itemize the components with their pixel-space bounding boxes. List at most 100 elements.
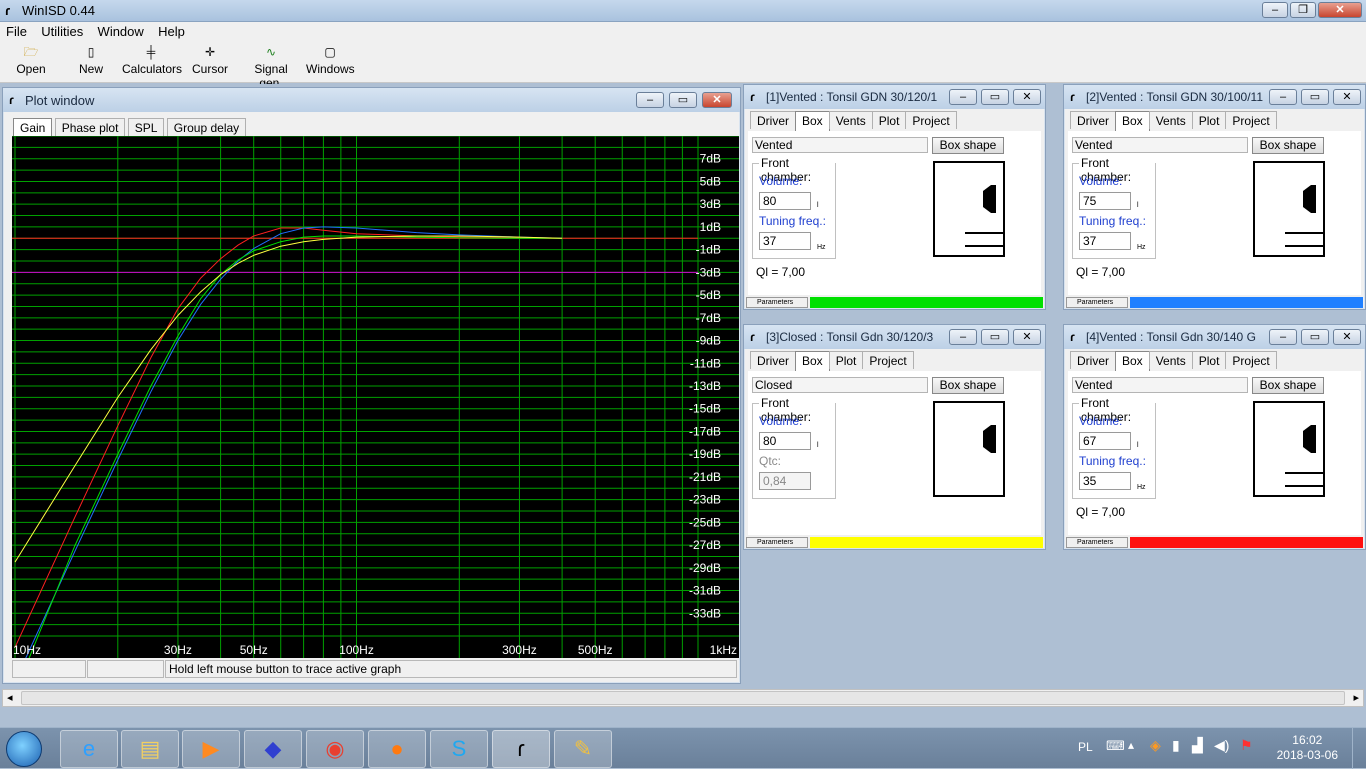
- project-minimize-button[interactable]: –: [1269, 329, 1297, 345]
- skype-icon[interactable]: S: [430, 730, 488, 768]
- chrome-icon[interactable]: ◉: [306, 730, 364, 768]
- project-title-bar[interactable]: ɾ [1]Vented : Tonsil GDN 30/120/1 – ▭ ✕: [744, 85, 1045, 109]
- start-orb-icon[interactable]: [6, 731, 42, 767]
- tab-driver[interactable]: Driver: [1070, 351, 1116, 369]
- parameters-button[interactable]: Parameters: [1066, 537, 1128, 548]
- menu-help[interactable]: Help: [152, 22, 190, 39]
- paint-icon[interactable]: ✎: [554, 730, 612, 768]
- scrollbar-thumb[interactable]: [21, 691, 1345, 705]
- tab-vents[interactable]: Vents: [828, 111, 873, 129]
- plot-minimize-button[interactable]: –: [636, 92, 664, 108]
- tab-plot[interactable]: Plot: [1191, 351, 1227, 369]
- box-shape-button[interactable]: Box shape: [1252, 137, 1324, 154]
- tab-box[interactable]: Box: [1115, 351, 1150, 371]
- tab-plot[interactable]: Plot: [828, 351, 864, 369]
- menu-file[interactable]: File: [0, 22, 32, 39]
- tab-plot[interactable]: Plot: [871, 111, 907, 129]
- project-maximize-button[interactable]: ▭: [981, 89, 1009, 105]
- horizontal-scrollbar[interactable]: ◂ ▸: [2, 689, 1364, 707]
- project-minimize-button[interactable]: –: [1269, 89, 1297, 105]
- second-param-field[interactable]: 35: [1079, 472, 1131, 490]
- box-type-select[interactable]: Vented: [1072, 377, 1248, 393]
- project-color-swatch[interactable]: [1130, 297, 1363, 308]
- tab-box[interactable]: Box: [795, 111, 830, 131]
- file-explorer-icon[interactable]: ▤: [121, 730, 179, 768]
- volume-icon[interactable]: ◀): [1214, 737, 1229, 754]
- project-title-bar[interactable]: ɾ [2]Vented : Tonsil GDN 30/100/11 – ▭ ✕: [1064, 85, 1365, 109]
- new-button[interactable]: ▯ New: [74, 45, 108, 76]
- tab-driver[interactable]: Driver: [1070, 111, 1116, 129]
- project-maximize-button[interactable]: ▭: [981, 329, 1009, 345]
- gain-chart[interactable]: 7dB 5dB 3dB 1dB -1dB -3dB -5dB -7dB -9dB -11dB -13…: [12, 136, 739, 658]
- plot-window-title-bar[interactable]: ɾ Plot window – ▭ ✕: [3, 88, 740, 112]
- tab-vents[interactable]: Vents: [1148, 111, 1193, 129]
- parameters-button[interactable]: Parameters: [1066, 297, 1128, 308]
- calculators-button[interactable]: ╪ Calculators: [122, 45, 182, 76]
- tab-box[interactable]: Box: [1115, 111, 1150, 131]
- project-close-button[interactable]: ✕: [1013, 329, 1041, 345]
- tab-project[interactable]: Project: [905, 111, 957, 129]
- project-close-button[interactable]: ✕: [1333, 329, 1361, 345]
- box-shape-button[interactable]: Box shape: [1252, 377, 1324, 394]
- volume-field[interactable]: 67: [1079, 432, 1131, 450]
- tab-plot[interactable]: Plot: [1191, 111, 1227, 129]
- box-shape-button[interactable]: Box shape: [932, 377, 1004, 394]
- project-title-bar[interactable]: ɾ [3]Closed : Tonsil Gdn 30/120/3 – ▭ ✕: [744, 325, 1045, 349]
- language-indicator[interactable]: PL: [1078, 740, 1093, 754]
- project-color-swatch[interactable]: [810, 297, 1043, 308]
- plot-close-button[interactable]: ✕: [702, 92, 732, 108]
- project-maximize-button[interactable]: ▭: [1301, 89, 1329, 105]
- windows-button[interactable]: ▢ Windows: [306, 45, 355, 76]
- project-minimize-button[interactable]: –: [949, 329, 977, 345]
- firefox-icon[interactable]: ●: [368, 730, 426, 768]
- second-param-field[interactable]: 37: [1079, 232, 1131, 250]
- tab-project[interactable]: Project: [1225, 111, 1277, 129]
- scroll-left-icon[interactable]: ◂: [7, 691, 13, 704]
- tab-spl[interactable]: SPL: [127, 118, 165, 136]
- cursor-button[interactable]: ✛ Cursor: [192, 45, 228, 76]
- tab-project[interactable]: Project: [1225, 351, 1277, 369]
- internet-explorer-icon[interactable]: e: [60, 730, 118, 768]
- action-center-icon[interactable]: ⚑: [1240, 737, 1253, 754]
- battery-icon[interactable]: ▮: [1172, 737, 1180, 754]
- tab-gain[interactable]: Gain: [13, 118, 53, 138]
- close-button[interactable]: ✕: [1318, 2, 1362, 18]
- minimize-button[interactable]: –: [1262, 2, 1288, 18]
- second-param-field[interactable]: 37: [759, 232, 811, 250]
- show-desktop-button[interactable]: [1352, 728, 1366, 769]
- project-color-swatch[interactable]: [810, 537, 1043, 548]
- clock[interactable]: 16:02 2018-03-06: [1277, 733, 1338, 763]
- app-icon[interactable]: ◆: [244, 730, 302, 768]
- tab-vents[interactable]: Vents: [1148, 351, 1193, 369]
- parameters-button[interactable]: Parameters: [746, 297, 808, 308]
- show-hidden-icons-icon[interactable]: ▴: [1128, 738, 1134, 752]
- volume-field[interactable]: 80: [759, 192, 811, 210]
- second-param-field[interactable]: 0,84: [759, 472, 811, 490]
- project-minimize-button[interactable]: –: [949, 89, 977, 105]
- network-icon[interactable]: ▟: [1192, 737, 1203, 754]
- maximize-button[interactable]: ❐: [1290, 2, 1316, 18]
- menu-utilities[interactable]: Utilities: [35, 22, 88, 39]
- keyboard-icon[interactable]: ⌨: [1106, 738, 1125, 754]
- open-button[interactable]: 🗁 Open: [14, 45, 48, 76]
- plot-maximize-button[interactable]: ▭: [669, 92, 697, 108]
- tab-driver[interactable]: Driver: [750, 111, 796, 129]
- menu-window[interactable]: Window: [92, 22, 149, 39]
- box-type-select[interactable]: Closed: [752, 377, 928, 393]
- winisd-icon[interactable]: ɾ: [492, 730, 550, 768]
- box-type-select[interactable]: Vented: [752, 137, 928, 153]
- box-shape-button[interactable]: Box shape: [932, 137, 1004, 154]
- parameters-button[interactable]: Parameters: [746, 537, 808, 548]
- tab-group-delay[interactable]: Group delay: [166, 118, 247, 136]
- box-type-select[interactable]: Vented: [1072, 137, 1248, 153]
- scroll-right-icon[interactable]: ▸: [1353, 691, 1359, 704]
- project-maximize-button[interactable]: ▭: [1301, 329, 1329, 345]
- project-close-button[interactable]: ✕: [1013, 89, 1041, 105]
- project-close-button[interactable]: ✕: [1333, 89, 1361, 105]
- media-player-icon[interactable]: ▶: [182, 730, 240, 768]
- tab-box[interactable]: Box: [795, 351, 830, 371]
- tab-phase-plot[interactable]: Phase plot: [54, 118, 126, 136]
- tab-driver[interactable]: Driver: [750, 351, 796, 369]
- project-color-swatch[interactable]: [1130, 537, 1363, 548]
- volume-field[interactable]: 75: [1079, 192, 1131, 210]
